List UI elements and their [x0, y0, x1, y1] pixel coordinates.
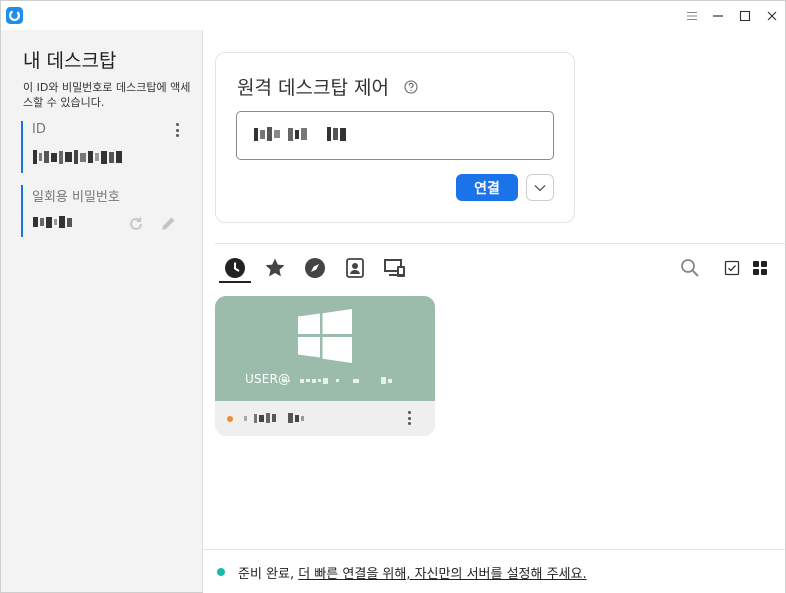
sidebar: 내 데스크탑 이 ID와 비밀번호로 데스크탑에 액세스할 수 있습니다. ID… — [1, 30, 203, 592]
select-checkbox-icon[interactable] — [721, 257, 743, 279]
edit-icon[interactable] — [158, 214, 178, 234]
help-icon[interactable] — [404, 80, 418, 94]
title-bar — [1, 1, 785, 30]
id-field: ID — [21, 121, 189, 173]
tab-recent[interactable] — [222, 255, 248, 281]
otp-value-redacted — [33, 216, 72, 228]
setup-server-link[interactable]: 더 빠른 연결을 위해, 자신만의 서버를 설정해 주세요. — [298, 567, 586, 582]
app-logo-icon — [6, 7, 23, 24]
id-value-redacted — [33, 150, 122, 164]
id-menu-icon[interactable] — [170, 121, 184, 139]
device-card[interactable]: USER@ — [215, 296, 435, 436]
otp-label: 일회용 비밀번호 — [32, 190, 120, 205]
otp-field: 일회용 비밀번호 — [21, 185, 189, 237]
remote-id-value-redacted — [254, 127, 346, 141]
id-label: ID — [32, 122, 46, 137]
remote-control-card: 원격 데스크탑 제어 연결 — [215, 52, 575, 223]
active-tab-indicator — [219, 281, 251, 283]
clock-icon — [225, 258, 245, 278]
device-username-redacted — [283, 377, 392, 384]
menu-icon[interactable] — [681, 5, 703, 27]
tab-devices[interactable] — [382, 255, 408, 281]
device-card-footer — [215, 401, 435, 436]
grid-view-icon[interactable] — [749, 257, 771, 279]
status-bar: 준비 완료, 더 빠른 연결을 위해, 자신만의 서버를 설정해 주세요. — [203, 549, 785, 593]
device-status-dot — [227, 416, 233, 422]
remote-control-title: 원격 데스크탑 제어 — [237, 77, 389, 99]
device-thumbnail: USER@ — [215, 296, 435, 401]
close-icon[interactable] — [761, 5, 783, 27]
tab-favorites[interactable] — [262, 255, 288, 281]
windows-logo-icon — [298, 309, 352, 363]
device-menu-icon[interactable] — [402, 409, 416, 427]
remote-id-input[interactable] — [236, 111, 554, 160]
status-text: 준비 완료, 더 빠른 연결을 위해, 자신만의 서버를 설정해 주세요. — [238, 563, 587, 582]
minimize-icon[interactable] — [707, 5, 729, 27]
maximize-icon[interactable] — [734, 5, 756, 27]
sidebar-description: 이 ID와 비밀번호로 데스크탑에 액세스할 수 있습니다. — [23, 81, 191, 109]
connect-options-button[interactable] — [526, 174, 554, 201]
chevron-down-icon — [534, 184, 546, 191]
contact-icon — [346, 258, 364, 278]
compass-icon — [305, 258, 325, 278]
device-name-redacted — [244, 413, 304, 423]
connect-button[interactable]: 연결 — [456, 174, 518, 201]
search-icon[interactable] — [679, 257, 701, 279]
ready-status-dot — [217, 568, 225, 576]
refresh-icon[interactable] — [127, 215, 145, 233]
app-window: 내 데스크탑 이 ID와 비밀번호로 데스크탑에 액세스할 수 있습니다. ID… — [0, 0, 786, 593]
status-ready-text: 준비 완료, — [238, 567, 299, 582]
section-divider — [215, 243, 786, 244]
tab-discover[interactable] — [302, 255, 328, 281]
star-icon — [265, 258, 285, 277]
devices-icon — [384, 259, 405, 277]
tab-address-book[interactable] — [342, 255, 368, 281]
sidebar-title: 내 데스크탑 — [23, 50, 117, 72]
